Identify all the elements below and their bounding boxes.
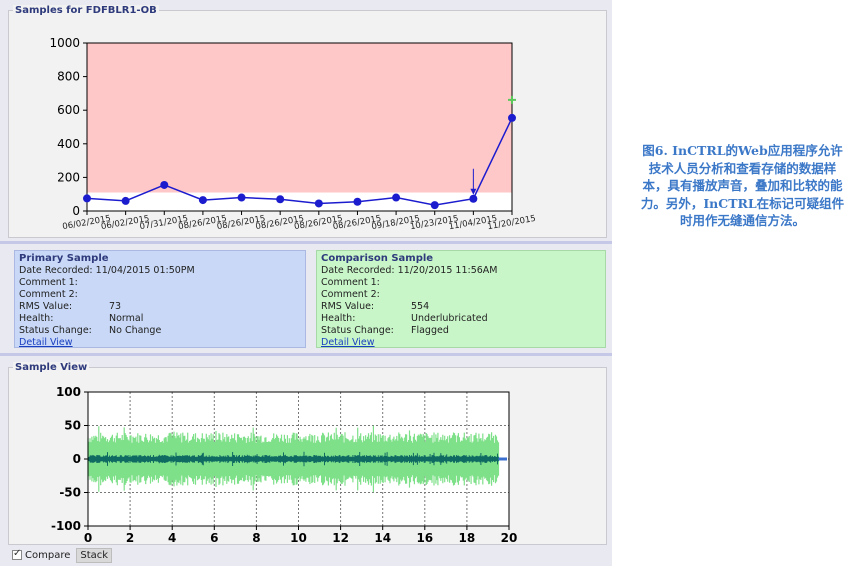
data-point [121,196,130,205]
x-tick-label: 8 [252,531,260,544]
sample-info-label: RMS Value: [321,301,375,312]
sample-view-panel: Sample View 0 2 4 6 8 10 12 14 16 18 20 100 50 0 -50 -1… [8,362,607,545]
primary-detail-view-link[interactable]: Detail View [19,337,301,349]
sample-info-value: Underlubricated [411,313,488,324]
x-tick-label: 14 [374,531,391,544]
sample-info-value: 11/20/2015 11:56AM [394,265,498,276]
y-tick-label: 0 [72,204,80,218]
x-tick-label: 16 [416,531,433,544]
data-point [353,197,362,206]
y-tick-label: 200 [57,170,80,184]
sample-info-value: No Change [109,325,162,336]
sample-info-row: Comment 2: [321,289,601,301]
primary-sample-card: Primary Sample Date Recorded: 11/04/2015… [14,250,306,348]
compare-label: Compare [25,549,71,561]
sample-info-label: Date Recorded: [19,265,93,276]
sample-info-row: Status Change: Flagged [321,325,601,337]
x-tick-label: 12 [332,531,349,544]
sample-info-label: Comment 2: [19,289,78,300]
data-point [508,113,516,122]
y-tick-label: 400 [57,137,80,151]
y-tick-label: 1000 [49,36,80,50]
data-point [430,201,439,210]
data-point [83,194,91,203]
y-tick-label: 800 [57,70,80,84]
sample-info-label: RMS Value: [19,301,73,312]
sample-info-label: Comment 1: [19,277,78,288]
data-point [276,195,285,204]
sample-info-row: Health: Normal [19,313,301,325]
x-tick-label: 0 [84,531,92,544]
x-tick-label: 18 [459,531,476,544]
sample-info-row: RMS Value: 554 [321,301,601,313]
comparison-detail-view-link[interactable]: Detail View [321,337,601,349]
sample-info-value: 554 [411,301,430,312]
data-point [237,193,246,202]
figure-caption: 图6. InCTRL的Web应用程序允许技术人员分析和查看存储的数据样本，具有播… [640,143,845,228]
data-point [198,196,207,205]
separator [0,353,612,356]
sample-info-value: Flagged [411,325,449,336]
sample-info-value: 73 [109,301,122,312]
sample-info-row: Comment 1: [19,277,301,289]
samples-trend-chart[interactable]: 0200400600800100006/02/201506/02/201507/… [9,11,606,237]
y-tick-label: -100 [51,519,81,533]
comparison-sample-title: Comparison Sample [321,253,434,264]
sample-info-label: Status Change: [321,325,394,336]
data-point [314,199,323,208]
y-tick-label: 50 [64,419,81,433]
comparison-sample-rows: Date Recorded: 11/20/2015 11:56AM Comment… [321,265,601,337]
sample-info-value: 11/04/2015 01:50PM [92,265,195,276]
x-tick-label: 20 [501,531,518,544]
sample-info-label: Comment 1: [321,277,380,288]
x-tick-label: 4 [168,531,176,544]
sample-info-row: Date Recorded: 11/20/2015 11:56AM [321,265,601,277]
sample-info-label: Health: [321,313,356,324]
sample-info-row: Comment 1: [321,277,601,289]
x-tick-label: 2 [126,531,134,544]
x-tick-label: 6 [210,531,218,544]
sample-info-value: Normal [109,313,144,324]
y-tick-label: 600 [57,103,80,117]
sample-info-label: Status Change: [19,325,92,336]
x-tick-label: 10 [290,531,307,544]
sample-info-row: Comment 2: [19,289,301,301]
data-point [469,194,478,203]
sample-info-label: Health: [19,313,54,324]
samples-panel: Samples for FDFBLR1-OB 0 200 400 600 800 1000… [8,5,607,238]
data-point [392,193,401,202]
sample-info-row: Status Change: No Change [19,325,301,337]
sample-info-row: RMS Value: 73 [19,301,301,313]
sample-info-label: Date Recorded: [321,265,395,276]
sample-info-row: Date Recorded: 11/04/2015 01:50PM [19,265,301,277]
y-tick-label: -50 [59,486,81,500]
app-window: Samples for FDFBLR1-OB 0 200 400 600 800 1000… [0,0,612,566]
stack-button[interactable]: Stack [76,547,113,563]
sample-info-row: Health: Underlubricated [321,313,601,325]
primary-sample-title: Primary Sample [19,253,109,264]
primary-sample-rows: Date Recorded: 11/04/2015 01:50PM Comment… [19,265,301,337]
data-point [160,180,169,189]
alarm-zone [87,43,512,193]
compare-controls: Compare Stack [12,547,113,563]
separator [0,241,612,244]
comparison-sample-card: Comparison Sample Date Recorded: 11/20/2… [316,250,606,348]
y-tick-label: 100 [56,385,81,399]
sample-waveform-chart[interactable]: 0 2 4 6 8 10 12 14 16 18 20 100 50 0 -50 -100 [9,368,606,544]
compare-checkbox[interactable] [12,548,22,560]
y-tick-label: 0 [73,452,81,466]
sample-info-label: Comment 2: [321,289,380,300]
